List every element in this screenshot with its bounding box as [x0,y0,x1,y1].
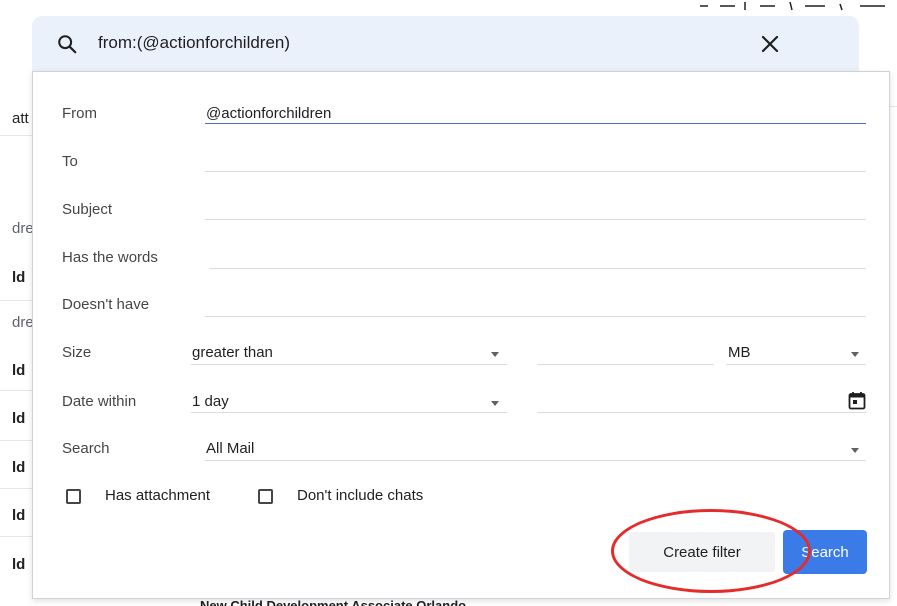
search-button[interactable]: Search [783,530,867,574]
has-attachment-checkbox[interactable] [66,489,81,504]
search-scope-label: Search [62,440,110,457]
has-words-field[interactable] [209,268,866,269]
chevron-down-icon[interactable] [491,401,499,406]
search-query[interactable]: from:(@actionforchildren) [98,33,290,53]
size-operator-underline [191,364,507,365]
subject-label: Subject [62,201,113,218]
background-fragment: ld [12,507,26,524]
doesnt-have-field[interactable] [205,316,866,317]
dont-include-chats-checkbox[interactable] [258,489,273,504]
background-fragment: ld [12,556,26,573]
search-scope-select[interactable]: All Mail [206,440,254,457]
doesnt-have-label: Doesn't have [62,296,150,313]
background-snippet: New Child Development Associate Orlando [200,598,467,606]
size-unit-underline [726,364,866,365]
background-fragment: att [12,110,29,127]
background-fragment: dre [12,220,34,237]
calendar-icon[interactable] [848,391,866,410]
size-label: Size [62,344,92,361]
to-label: To [62,153,78,170]
has-attachment-label[interactable]: Has attachment [105,487,210,504]
size-operator-select[interactable]: greater than [192,344,273,361]
close-icon[interactable] [760,34,780,54]
size-value-field[interactable] [537,364,714,365]
search-icon[interactable] [56,33,78,55]
chevron-down-icon[interactable] [851,448,859,453]
to-field[interactable] [205,171,866,172]
from-field[interactable]: @actionforchildren [206,105,331,122]
create-filter-button[interactable]: Create filter [629,532,775,572]
date-within-underline [191,412,507,413]
top-edge-artifact [700,1,885,11]
background-fragment: ld [12,410,26,427]
search-bar[interactable]: from:(@actionforchildren) [32,16,859,71]
chevron-down-icon[interactable] [491,352,499,357]
chevron-down-icon[interactable] [851,352,859,357]
advanced-search-panel: From @actionforchildren To Subject Has t… [32,71,890,599]
background-fragment: ld [12,362,26,379]
background-fragment: ld [12,459,26,476]
subject-field[interactable] [205,219,866,220]
date-within-label: Date within [62,393,137,410]
date-within-select[interactable]: 1 day [192,393,229,410]
background-fragment: dre [12,314,34,331]
from-field-underline [205,123,866,124]
date-field[interactable] [537,412,866,413]
from-label: From [62,105,97,122]
has-words-label: Has the words [62,249,158,266]
size-unit-select[interactable]: MB [728,344,751,361]
search-scope-underline [205,460,866,461]
background-fragment: ld [12,269,26,286]
dont-include-chats-label[interactable]: Don't include chats [297,487,423,504]
